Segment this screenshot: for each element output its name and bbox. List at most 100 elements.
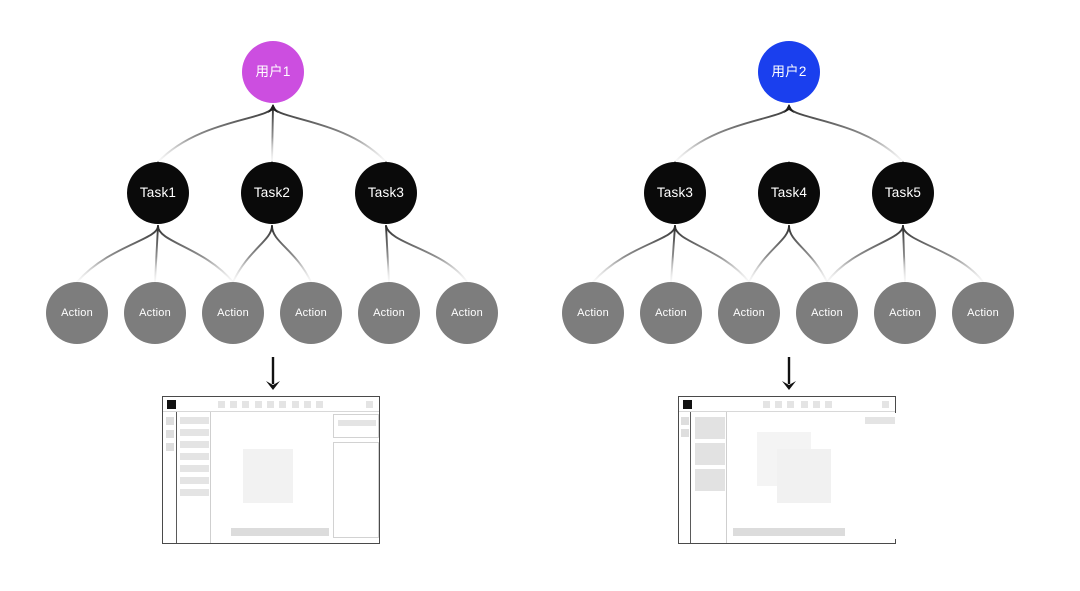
toolbar-icon[interactable]	[218, 401, 225, 408]
list-item[interactable]	[180, 453, 209, 460]
right-panel-top[interactable]	[333, 414, 379, 438]
edge-task1-action1	[76, 225, 159, 283]
action-node-r1-label: Action	[577, 306, 609, 319]
task-node-task3[interactable]: Task3	[355, 162, 417, 224]
app-logo-icon	[683, 400, 692, 409]
right-panel-bottom[interactable]	[333, 442, 379, 538]
rail-icon[interactable]	[681, 429, 689, 437]
action-node-r4-label: Action	[811, 306, 843, 319]
toolbar-icon[interactable]	[255, 401, 262, 408]
right-panel[interactable]	[863, 413, 896, 539]
action-node-r2[interactable]: Action	[640, 282, 702, 344]
thumbnail-card[interactable]	[695, 469, 725, 491]
list-item[interactable]	[180, 417, 209, 424]
action-node-l2[interactable]: Action	[124, 282, 186, 344]
action-node-r6[interactable]: Action	[952, 282, 1014, 344]
toolbar-icon[interactable]	[813, 401, 820, 408]
edge-task2-action3	[232, 225, 273, 283]
task-node-task1-label: Task1	[139, 185, 177, 201]
toolbar-icon[interactable]	[304, 401, 311, 408]
user-node-2-label: 用户2	[771, 64, 807, 80]
edge-rtask4-action3	[748, 225, 790, 283]
edge-task1-action3	[157, 225, 234, 283]
list-item[interactable]	[180, 429, 209, 436]
action-node-l3[interactable]: Action	[202, 282, 264, 344]
edge-user1-task3	[272, 105, 387, 163]
task-node-rtask5[interactable]: Task5	[872, 162, 934, 224]
edge-rtask4-action4	[788, 225, 828, 283]
action-node-l4[interactable]: Action	[280, 282, 342, 344]
rail-icon[interactable]	[681, 417, 689, 425]
task-node-task2[interactable]: Task2	[241, 162, 303, 224]
action-node-r5[interactable]: Action	[874, 282, 936, 344]
action-node-l5[interactable]: Action	[358, 282, 420, 344]
action-node-l3-label: Action	[217, 306, 249, 319]
thumbnail-card[interactable]	[695, 417, 725, 439]
user-node-1-label: 用户1	[255, 64, 291, 80]
action-node-l1-label: Action	[61, 306, 93, 319]
toolbar-icon[interactable]	[267, 401, 274, 408]
action-node-l6[interactable]: Action	[436, 282, 498, 344]
toolbar-icon[interactable]	[316, 401, 323, 408]
toolbar-icon-right[interactable]	[882, 401, 889, 408]
panel-field[interactable]	[338, 420, 376, 426]
toolbar-icon[interactable]	[775, 401, 782, 408]
panel-field[interactable]	[865, 417, 895, 424]
user-node-1[interactable]: 用户1	[242, 41, 304, 103]
task-node-rtask5-label: Task5	[884, 185, 922, 201]
toolbar-icon[interactable]	[292, 401, 299, 408]
bottom-toolbar[interactable]	[733, 528, 845, 536]
canvas-object-front[interactable]	[777, 449, 831, 503]
task-node-rtask3[interactable]: Task3	[644, 162, 706, 224]
edge-user2-task5	[788, 105, 904, 163]
app-wireframe-right[interactable]	[678, 396, 896, 544]
list-item[interactable]	[180, 465, 209, 472]
edge-rtask3-action3	[674, 225, 750, 283]
action-node-r6-label: Action	[967, 306, 999, 319]
arrowhead-user1	[268, 104, 278, 113]
list-item[interactable]	[180, 441, 209, 448]
task-node-rtask3-label: Task3	[656, 185, 694, 201]
arrowhead-user2	[784, 104, 794, 113]
task-node-task2-label: Task2	[253, 185, 291, 201]
rail-icon[interactable]	[166, 417, 174, 425]
toolbar-icon[interactable]	[801, 401, 808, 408]
toolbar-icon-right[interactable]	[366, 401, 373, 408]
toolbar-icon[interactable]	[787, 401, 794, 408]
action-node-r1[interactable]: Action	[562, 282, 624, 344]
diagram-canvas: 用户1 Task1 Task2 Task3 Action Action Acti…	[0, 0, 1080, 591]
task-node-rtask4-label: Task4	[770, 185, 808, 201]
action-node-r3[interactable]: Action	[718, 282, 780, 344]
action-node-l1[interactable]: Action	[46, 282, 108, 344]
task-node-task1[interactable]: Task1	[127, 162, 189, 224]
mockup-right-rail[interactable]	[679, 412, 691, 543]
action-node-l4-label: Action	[295, 306, 327, 319]
action-node-l6-label: Action	[451, 306, 483, 319]
edge-user1-task2	[271, 105, 274, 163]
toolbar-icon[interactable]	[763, 401, 770, 408]
task-node-task3-label: Task3	[367, 185, 405, 201]
toolbar-icon[interactable]	[230, 401, 237, 408]
action-node-r2-label: Action	[655, 306, 687, 319]
mockup-left-rail[interactable]	[163, 412, 177, 543]
action-node-l2-label: Action	[139, 306, 171, 319]
list-item[interactable]	[180, 489, 209, 496]
edge-task3-action6	[385, 225, 468, 283]
list-item[interactable]	[180, 477, 209, 484]
toolbar-icon[interactable]	[279, 401, 286, 408]
rail-icon[interactable]	[166, 430, 174, 438]
app-logo-icon	[167, 400, 176, 409]
rail-icon[interactable]	[166, 443, 174, 451]
toolbar-icon[interactable]	[825, 401, 832, 408]
action-node-r4[interactable]: Action	[796, 282, 858, 344]
user-node-2[interactable]: 用户2	[758, 41, 820, 103]
action-node-r5-label: Action	[889, 306, 921, 319]
thumbnail-card[interactable]	[695, 443, 725, 465]
edge-task2-action4	[271, 225, 312, 283]
app-wireframe-left[interactable]	[162, 396, 380, 544]
edge-task1-action2	[154, 225, 159, 283]
toolbar-icon[interactable]	[242, 401, 249, 408]
task-node-rtask4[interactable]: Task4	[758, 162, 820, 224]
canvas-object[interactable]	[243, 449, 293, 503]
bottom-toolbar[interactable]	[231, 528, 329, 536]
